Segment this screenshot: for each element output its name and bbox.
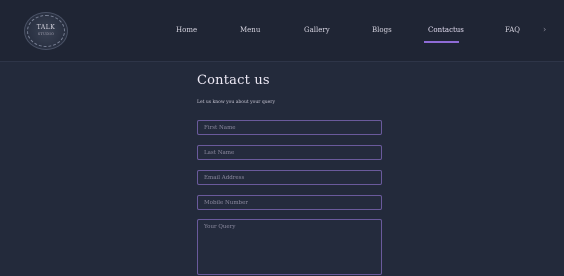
chevron-right-icon[interactable]: ›	[543, 25, 546, 34]
query-textarea[interactable]	[197, 219, 382, 275]
page-subtitle: Let us know you about your query	[197, 100, 276, 105]
active-tab-underline	[424, 41, 459, 43]
nav-item-menu[interactable]: Menu	[240, 26, 260, 34]
brand-logo[interactable]: TALK STUDIO	[24, 12, 68, 50]
mobile-number-input[interactable]	[197, 195, 382, 210]
last-name-input[interactable]	[197, 145, 382, 160]
top-navbar: TALK STUDIO Home Menu Gallery Blogs Cont…	[0, 0, 564, 62]
nav-item-blogs[interactable]: Blogs	[372, 26, 392, 34]
first-name-input[interactable]	[197, 120, 382, 135]
logo-ring	[27, 15, 65, 47]
nav-item-home[interactable]: Home	[176, 26, 197, 34]
email-input[interactable]	[197, 170, 382, 185]
nav-item-faq[interactable]: FAQ	[505, 26, 520, 34]
nav-item-contactus[interactable]: Contactus	[428, 26, 464, 34]
nav-item-gallery[interactable]: Gallery	[304, 26, 330, 34]
page-title: Contact us	[197, 73, 270, 88]
